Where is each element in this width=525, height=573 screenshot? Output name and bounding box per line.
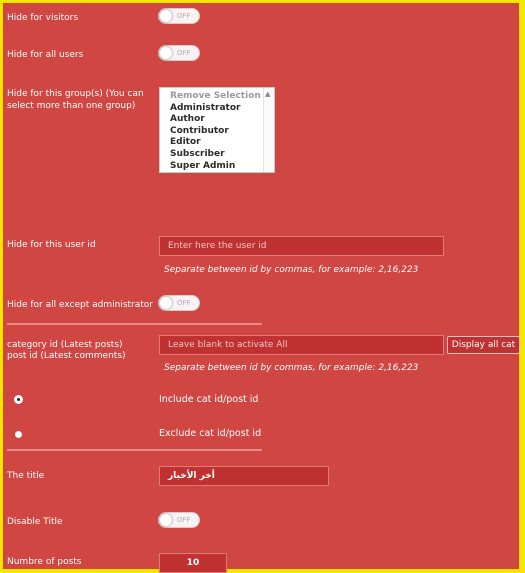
exclude-label: Exclude cat id/post id xyxy=(159,428,262,439)
group-option[interactable]: Editor xyxy=(160,137,274,149)
toggle-state: OFF xyxy=(177,12,191,20)
user-id-hint: Separate between id by commas, for examp… xyxy=(164,265,419,275)
hide-all-users-label: Hide for all users xyxy=(7,50,84,60)
toggle-state: OFF xyxy=(177,516,191,524)
cat-post-hint: Separate between id by commas, for examp… xyxy=(164,363,419,373)
include-label: Include cat id/post id xyxy=(159,394,259,405)
hide-visitors-toggle[interactable]: OFF xyxy=(158,8,200,24)
listbox-scrollbar[interactable]: ▲ xyxy=(263,88,274,172)
exclude-radio[interactable] xyxy=(15,431,22,438)
number-of-posts-input[interactable]: 10 xyxy=(159,553,227,573)
toggle-knob xyxy=(160,10,172,22)
hide-except-admin-toggle[interactable]: OFF xyxy=(158,295,200,311)
group-option[interactable]: Subscriber xyxy=(160,149,274,161)
number-of-posts-label: Numbre of posts xyxy=(7,557,82,567)
group-option[interactable]: Administrator xyxy=(160,103,274,115)
post-id-label: post id (Latest comments) xyxy=(7,351,126,361)
title-input[interactable]: أخر الأخبار xyxy=(159,466,329,486)
disable-title-toggle[interactable]: OFF xyxy=(158,512,200,528)
user-id-input[interactable]: Enter here the user id xyxy=(159,236,444,256)
include-radio[interactable] xyxy=(15,396,22,403)
groups-listbox[interactable]: Remove Selection Administrator Author Co… xyxy=(159,87,275,173)
toggle-knob xyxy=(160,47,172,59)
divider xyxy=(7,323,262,325)
group-option[interactable]: Author xyxy=(160,114,274,126)
toggle-knob xyxy=(160,297,172,309)
settings-panel: Hide for visitors OFF Hide for all users… xyxy=(2,2,520,573)
divider xyxy=(7,449,262,451)
hide-except-admin-label: Hide for all except administrator xyxy=(7,300,153,310)
title-value: أخر الأخبار xyxy=(168,471,215,481)
display-all-cat-button[interactable]: Display all cat xyxy=(447,336,520,354)
hide-user-id-label: Hide for this user id xyxy=(7,240,96,250)
group-option[interactable]: Super Admin xyxy=(160,161,274,172)
disable-title-label: Disable Title xyxy=(7,517,63,527)
group-option[interactable]: Contributor xyxy=(160,126,274,138)
toggle-state: OFF xyxy=(177,299,191,307)
hide-visitors-label: Hide for visitors xyxy=(7,13,79,23)
toggle-state: OFF xyxy=(177,49,191,57)
chevron-up-icon[interactable]: ▲ xyxy=(265,90,270,98)
group-option[interactable]: Remove Selection xyxy=(160,91,274,103)
title-label: The title xyxy=(7,471,45,481)
hide-groups-label: Hide for this group(s) (You can select m… xyxy=(7,89,144,111)
cat-post-id-input[interactable]: Leave blank to activate All xyxy=(159,335,444,355)
toggle-knob xyxy=(160,514,172,526)
hide-all-users-toggle[interactable]: OFF xyxy=(158,45,200,61)
